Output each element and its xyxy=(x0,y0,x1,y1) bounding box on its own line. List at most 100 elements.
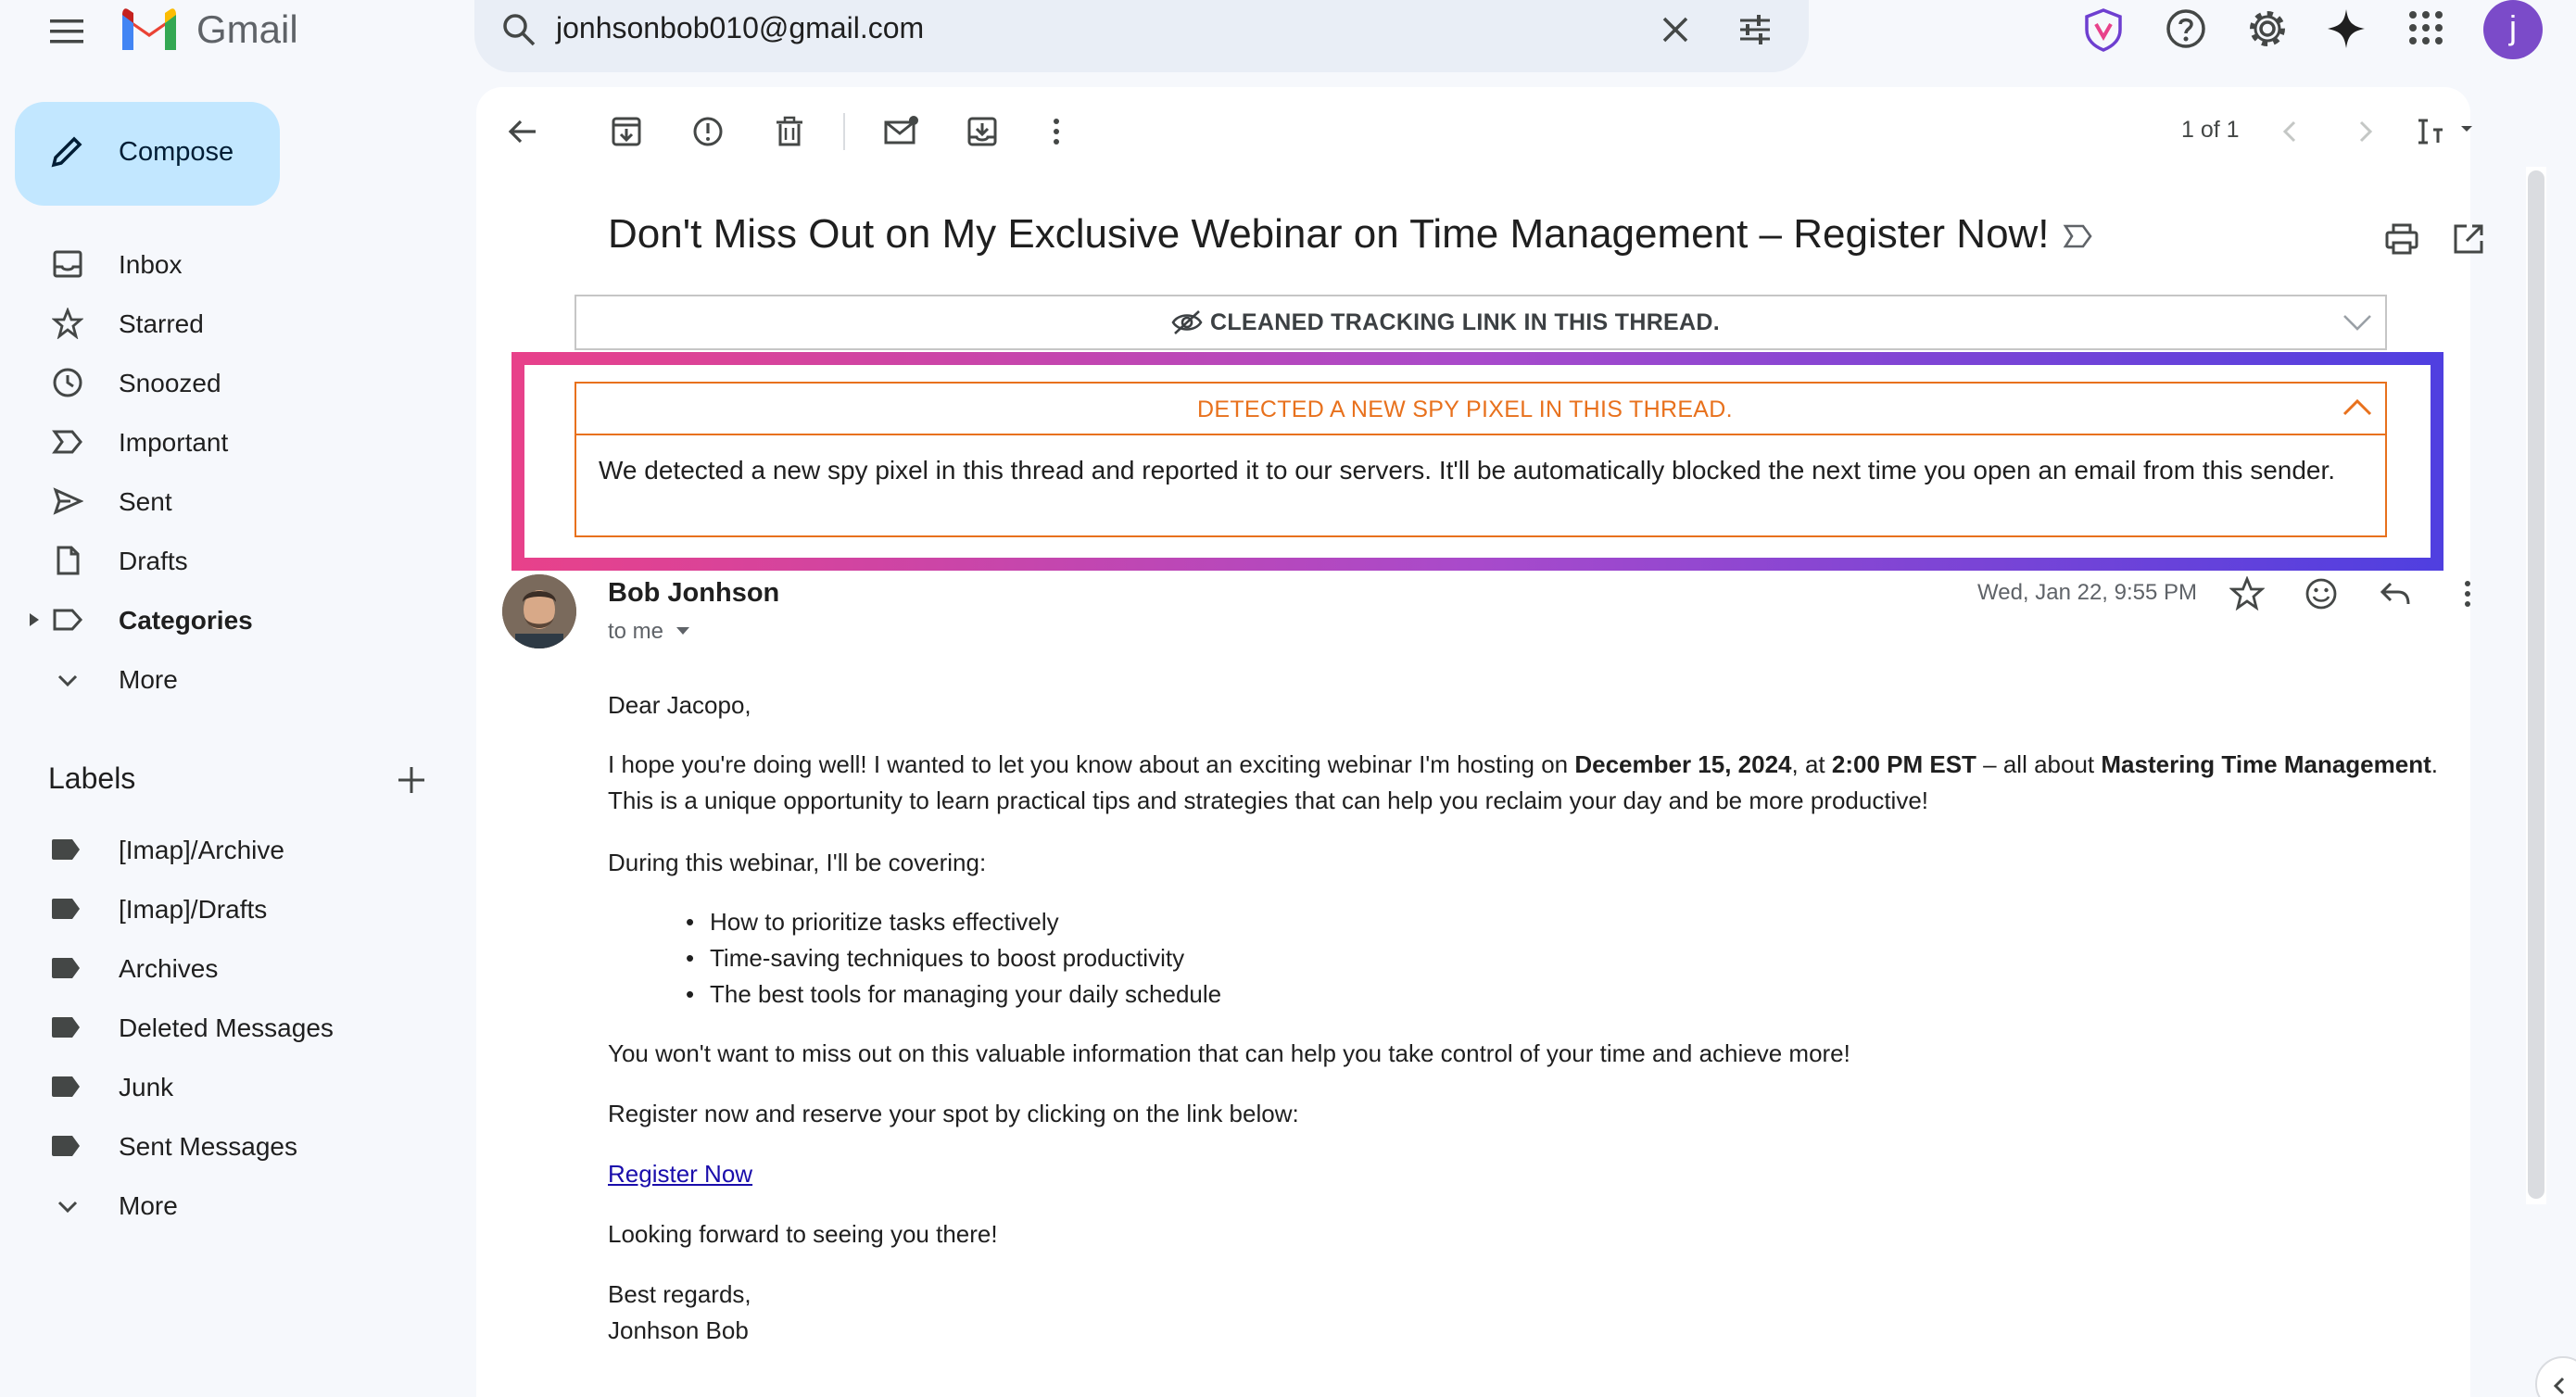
paragraph-text: – all about xyxy=(1976,750,2102,778)
label-item[interactable]: Sent Messages xyxy=(119,1132,297,1162)
input-tools-icon[interactable] xyxy=(2413,113,2480,150)
draft-icon xyxy=(52,545,83,576)
pencil-icon xyxy=(48,133,85,170)
label-tag-icon xyxy=(52,1136,80,1156)
list-item: The best tools for managing your daily s… xyxy=(686,976,1221,1013)
webinar-time: 2:00 PM EST xyxy=(1831,750,1976,778)
label-item[interactable]: Junk xyxy=(119,1073,173,1102)
chevron-down-icon xyxy=(52,665,83,697)
register-link[interactable]: Register Now xyxy=(608,1156,752,1192)
archive-icon[interactable] xyxy=(608,113,645,150)
list-item: Time-saving techniques to boost producti… xyxy=(686,940,1221,976)
chevron-up-icon[interactable] xyxy=(2341,395,2374,421)
eye-off-icon xyxy=(1171,308,1203,337)
spy-alert-divider xyxy=(575,434,2387,435)
search-options-icon[interactable] xyxy=(1735,9,1775,50)
back-arrow-icon[interactable] xyxy=(504,113,541,150)
more-vertical-icon[interactable] xyxy=(2450,576,2485,611)
webinar-date: December 15, 2024 xyxy=(1574,750,1792,778)
paragraph-text: , at xyxy=(1791,750,1832,778)
labels-heading: Labels xyxy=(48,761,136,795)
star-icon[interactable] xyxy=(2229,576,2265,611)
scrollbar-thumb[interactable] xyxy=(2528,170,2544,1199)
more-vertical-icon[interactable] xyxy=(1038,113,1075,150)
important-marker-icon[interactable] xyxy=(2063,222,2094,250)
star-icon xyxy=(52,308,83,339)
label-tag-icon xyxy=(52,839,80,860)
email-subject: Don't Miss Out on My Exclusive Webinar o… xyxy=(608,211,2050,257)
print-icon[interactable] xyxy=(2383,220,2420,258)
trash-icon[interactable] xyxy=(771,113,808,150)
clock-icon xyxy=(52,367,83,398)
recipient-dropdown-icon[interactable] xyxy=(675,624,691,637)
toolbar-divider xyxy=(843,113,845,150)
label-tag-icon xyxy=(52,899,80,919)
apps-grid-icon[interactable] xyxy=(2406,7,2446,48)
label-item[interactable]: Archives xyxy=(119,954,218,984)
chevron-down-icon xyxy=(52,1191,83,1223)
list-item: How to prioritize tasks effectively xyxy=(686,904,1221,940)
email-paragraph: Register now and reserve your spot by cl… xyxy=(608,1100,1299,1127)
reply-icon[interactable] xyxy=(2378,576,2413,611)
clear-search-icon[interactable] xyxy=(1655,9,1696,50)
sidebar-item-snoozed[interactable]: Snoozed xyxy=(119,369,221,398)
chevron-right-icon[interactable] xyxy=(2350,113,2380,150)
sidebar-item-sent[interactable]: Sent xyxy=(119,487,172,517)
chevron-down-icon[interactable] xyxy=(2341,309,2374,335)
side-panel-toggle[interactable] xyxy=(2535,1356,2576,1397)
paragraph-text: I hope you're doing well! I wanted to le… xyxy=(608,750,1575,778)
pager-count: 1 of 1 xyxy=(2181,117,2240,143)
chevron-left-icon xyxy=(2553,1377,2565,1395)
cleaned-tracking-text: CLEANED TRACKING LINK IN THIS THREAD. xyxy=(1210,309,1720,335)
sidebar-item-categories[interactable]: Categories xyxy=(119,606,253,636)
gmail-logo[interactable] xyxy=(119,6,180,52)
email-paragraph: During this webinar, I'll be covering: xyxy=(608,849,987,876)
mark-unread-icon[interactable] xyxy=(882,113,921,150)
help-icon[interactable] xyxy=(2165,7,2207,50)
gmail-m-icon xyxy=(122,8,176,50)
label-item[interactable]: [Imap]/Drafts xyxy=(119,895,267,925)
search-icon[interactable] xyxy=(499,9,539,50)
sidebar-item-important[interactable]: Important xyxy=(119,428,228,458)
sidebar-item-more[interactable]: More xyxy=(119,665,178,695)
webinar-topic: Mastering Time Management xyxy=(2101,750,2431,778)
labels-more[interactable]: More xyxy=(119,1191,178,1221)
chevron-left-icon[interactable] xyxy=(2276,113,2305,150)
move-to-icon[interactable] xyxy=(964,113,1001,150)
compose-label: Compose xyxy=(119,137,234,167)
spy-pixel-title[interactable]: DETECTED A NEW SPY PIXEL IN THIS THREAD. xyxy=(1197,396,1733,423)
brand-name: Gmail xyxy=(196,7,298,51)
label-item[interactable]: Deleted Messages xyxy=(119,1013,334,1043)
gemini-sparkle-icon[interactable] xyxy=(2326,7,2367,50)
paragraph-text: This is a unique opportunity to learn pr… xyxy=(608,787,1929,814)
report-spam-icon[interactable] xyxy=(689,113,726,150)
email-date: Wed, Jan 22, 9:55 PM xyxy=(1977,580,2198,605)
expand-arrow-icon[interactable] xyxy=(28,611,41,628)
sidebar-item-inbox[interactable]: Inbox xyxy=(119,250,183,280)
email-paragraph: Looking forward to seeing you there! xyxy=(608,1220,998,1248)
sidebar-item-starred[interactable]: Starred xyxy=(119,309,204,339)
label-icon xyxy=(52,604,83,636)
account-avatar[interactable]: j xyxy=(2483,0,2543,59)
register-link-text[interactable]: Register Now xyxy=(608,1160,752,1188)
important-icon xyxy=(52,426,83,458)
recipient-line: to me xyxy=(608,619,664,644)
hamburger-icon xyxy=(50,19,83,44)
search-input[interactable]: jonhsonbob010@gmail.com xyxy=(556,11,924,45)
spy-pixel-message: We detected a new spy pixel in this thre… xyxy=(599,456,2336,485)
email-greeting: Dear Jacopo, xyxy=(608,691,751,719)
send-icon xyxy=(52,485,83,517)
inbox-icon xyxy=(52,248,83,280)
sender-avatar[interactable] xyxy=(502,574,576,648)
open-new-window-icon[interactable] xyxy=(2450,220,2487,258)
email-paragraph: I hope you're doing well! I wanted to le… xyxy=(608,747,2480,819)
emoji-reaction-icon[interactable] xyxy=(2304,576,2339,611)
add-label-icon[interactable] xyxy=(393,761,430,799)
label-item[interactable]: [Imap]/Archive xyxy=(119,836,284,865)
bullet-list: How to prioritize tasks effectively Time… xyxy=(686,904,1221,1013)
settings-gear-icon[interactable] xyxy=(2246,7,2289,50)
sidebar-item-drafts[interactable]: Drafts xyxy=(119,547,188,576)
shield-extension-icon[interactable] xyxy=(2083,7,2124,52)
main-menu-button[interactable] xyxy=(48,13,85,50)
sender-name[interactable]: Bob Jonhson xyxy=(608,578,779,609)
